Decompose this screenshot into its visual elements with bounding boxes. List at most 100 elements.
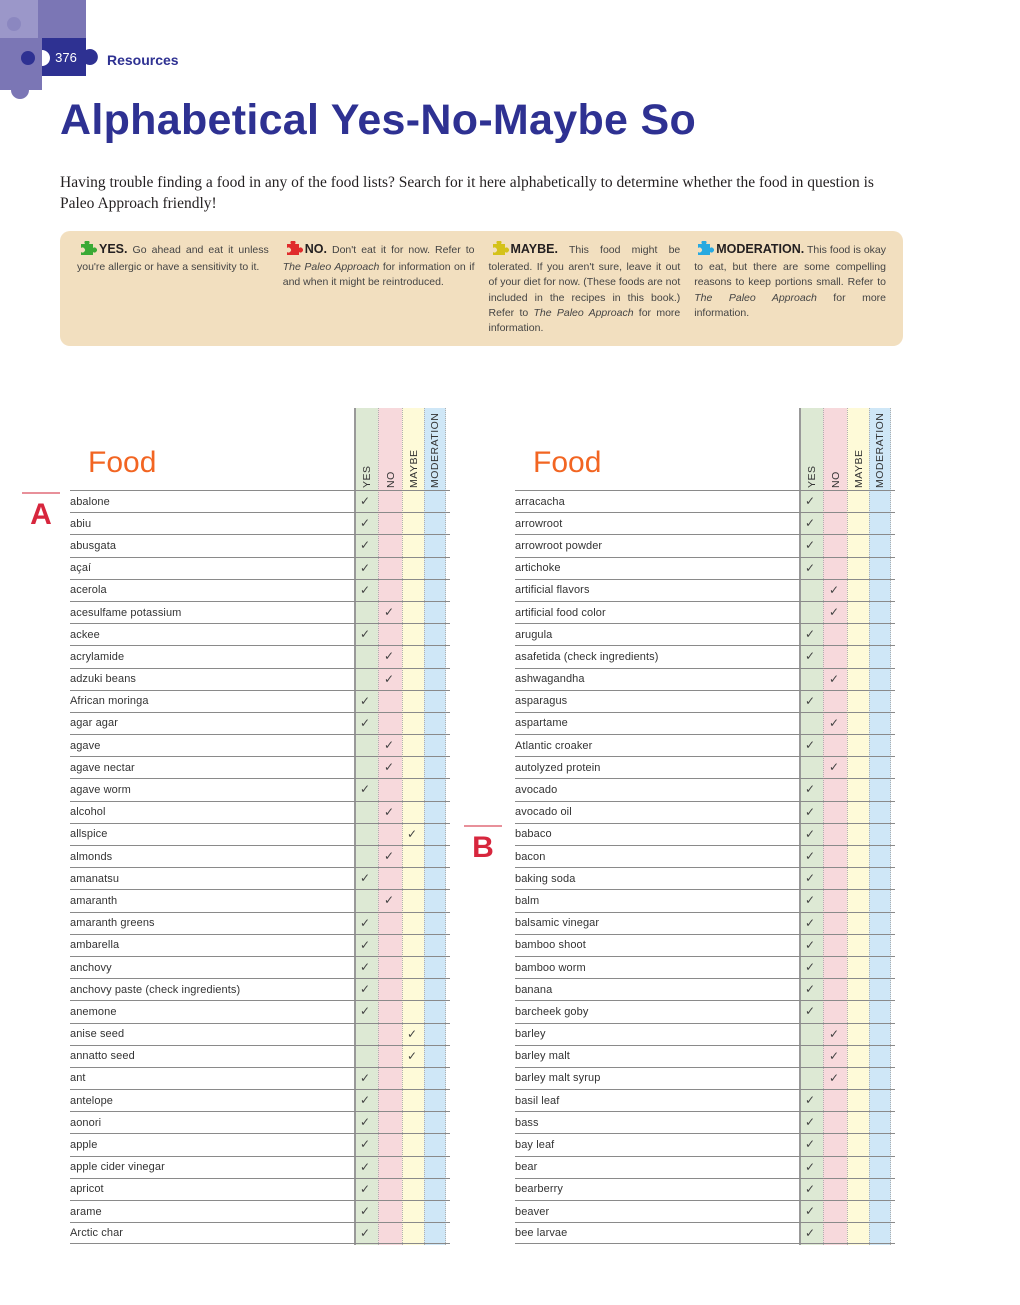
legend-maybe: MAYBE. This food might be tolerated. If … xyxy=(482,240,688,336)
food-name: arame xyxy=(70,1205,102,1218)
food-name: anemone xyxy=(70,1005,117,1018)
section-label: Resources xyxy=(107,52,179,68)
food-row: apple cider vinegar ✓ xyxy=(70,1155,450,1178)
intro-paragraph: Having trouble finding a food in any of … xyxy=(60,174,874,212)
food-row: bacon ✓ xyxy=(515,845,895,867)
food-row: agar agar ✓ xyxy=(70,711,450,734)
food-rows: arracacha ✓ arrowroot ✓ arrowroot powder ✓ art… xyxy=(515,490,895,1245)
food-name: allspice xyxy=(70,828,108,841)
food-row: babaco ✓ xyxy=(515,822,895,845)
food-name: artificial flavors xyxy=(515,584,590,597)
legend-maybe-head: MAYBE. xyxy=(510,242,558,256)
food-row: abiu ✓ xyxy=(70,512,450,534)
food-name: barley malt syrup xyxy=(515,1072,601,1085)
legend-no-head: NO. xyxy=(304,242,327,256)
food-row: amaranth greens ✓ xyxy=(70,911,450,934)
food-row: balsamic vinegar ✓ xyxy=(515,911,895,934)
check-icon-yes: ✓ xyxy=(360,937,371,952)
food-row: barley malt syrup ✓ xyxy=(515,1066,895,1089)
food-name: bee larvae xyxy=(515,1227,568,1240)
food-name: amaranth greens xyxy=(70,917,155,930)
column-header-yes: YES xyxy=(806,465,818,488)
food-row: açaí ✓ xyxy=(70,556,450,579)
food-name: bamboo shoot xyxy=(515,939,586,952)
food-row: anemone ✓ xyxy=(70,1000,450,1022)
food-row: arugula ✓ xyxy=(515,623,895,645)
food-row: ackee ✓ xyxy=(70,623,450,645)
check-icon-yes: ✓ xyxy=(360,1137,371,1152)
check-icon-yes: ✓ xyxy=(805,1204,816,1218)
food-name: barley xyxy=(515,1028,546,1041)
food-name: avocado oil xyxy=(515,806,572,819)
food-row: barley malt ✓ xyxy=(515,1044,895,1067)
check-icon-yes: ✓ xyxy=(805,560,816,575)
food-name: avocado xyxy=(515,784,558,797)
food-row: ant ✓ xyxy=(70,1066,450,1089)
check-icon-yes: ✓ xyxy=(805,494,816,508)
food-name: anchovy xyxy=(70,961,112,974)
check-icon-yes: ✓ xyxy=(360,782,371,797)
food-name: acerola xyxy=(70,584,107,597)
check-icon-yes: ✓ xyxy=(805,627,816,642)
check-icon-yes: ✓ xyxy=(805,693,816,708)
food-name: alcohol xyxy=(70,806,106,819)
check-icon-yes: ✓ xyxy=(805,1137,816,1152)
food-name: basil leaf xyxy=(515,1094,560,1107)
food-row: bass ✓ xyxy=(515,1111,895,1133)
check-icon-no: ✓ xyxy=(384,804,395,819)
food-row: banana ✓ xyxy=(515,978,895,1000)
food-row: arracacha ✓ xyxy=(515,490,895,512)
food-row: arrowroot powder ✓ xyxy=(515,534,895,556)
food-row: asparagus ✓ xyxy=(515,689,895,712)
check-icon-yes: ✓ xyxy=(805,849,816,863)
check-icon-maybe: ✓ xyxy=(407,826,418,841)
check-icon-yes: ✓ xyxy=(805,1181,816,1196)
food-name: ant xyxy=(70,1072,86,1085)
check-icon-no: ✓ xyxy=(384,671,395,686)
food-name: barley malt xyxy=(515,1050,570,1063)
check-icon-yes: ✓ xyxy=(360,915,371,930)
check-icon-yes: ✓ xyxy=(805,982,816,997)
food-column-header: Food xyxy=(533,446,602,479)
check-icon-yes: ✓ xyxy=(360,538,371,553)
check-icon-yes: ✓ xyxy=(805,1115,816,1130)
check-icon-yes: ✓ xyxy=(805,826,816,841)
food-name: bay leaf xyxy=(515,1139,555,1152)
check-icon-no: ✓ xyxy=(829,1070,840,1085)
check-icon-yes: ✓ xyxy=(805,782,816,797)
check-icon-yes: ✓ xyxy=(805,915,816,930)
check-icon-yes: ✓ xyxy=(805,538,816,553)
red-puzzle-icon xyxy=(283,240,303,260)
check-icon-maybe: ✓ xyxy=(407,1026,418,1041)
food-name: arracacha xyxy=(515,495,565,508)
food-row: Atlantic croaker ✓ xyxy=(515,734,895,756)
food-row: anchovy ✓ xyxy=(70,955,450,978)
legend-no-text: Don't eat it for now. Refer to xyxy=(326,244,475,256)
page-title: Alphabetical Yes-No-Maybe So xyxy=(60,96,697,144)
food-row: bearberry ✓ xyxy=(515,1177,895,1200)
check-icon-yes: ✓ xyxy=(360,1070,371,1085)
check-icon-no: ✓ xyxy=(829,671,840,686)
food-row: amaranth ✓ xyxy=(70,889,450,911)
check-icon-yes: ✓ xyxy=(805,871,816,886)
check-icon-no: ✓ xyxy=(829,1026,840,1041)
food-row: agave ✓ xyxy=(70,734,450,756)
food-row: agave worm ✓ xyxy=(70,778,450,800)
check-icon-yes: ✓ xyxy=(805,804,816,819)
check-icon-no: ✓ xyxy=(829,760,840,775)
alpha-letter: A xyxy=(30,498,52,531)
food-name: aonori xyxy=(70,1116,102,1129)
food-row: almonds ✓ xyxy=(70,845,450,867)
food-name: adzuki beans xyxy=(70,673,137,686)
food-row: African moringa ✓ xyxy=(70,689,450,712)
alpha-marker-b: B xyxy=(464,825,502,865)
food-row: barcheek goby ✓ xyxy=(515,1000,895,1022)
column-header-mod: MODERATION xyxy=(874,412,886,488)
food-row: beaver ✓ xyxy=(515,1200,895,1222)
food-row: amanatsu ✓ xyxy=(70,867,450,889)
column-header-no: NO xyxy=(384,471,397,488)
food-name: bearberry xyxy=(515,1183,563,1196)
check-icon-yes: ✓ xyxy=(360,560,371,575)
check-icon-yes: ✓ xyxy=(360,959,371,974)
food-name: bamboo worm xyxy=(515,961,586,974)
